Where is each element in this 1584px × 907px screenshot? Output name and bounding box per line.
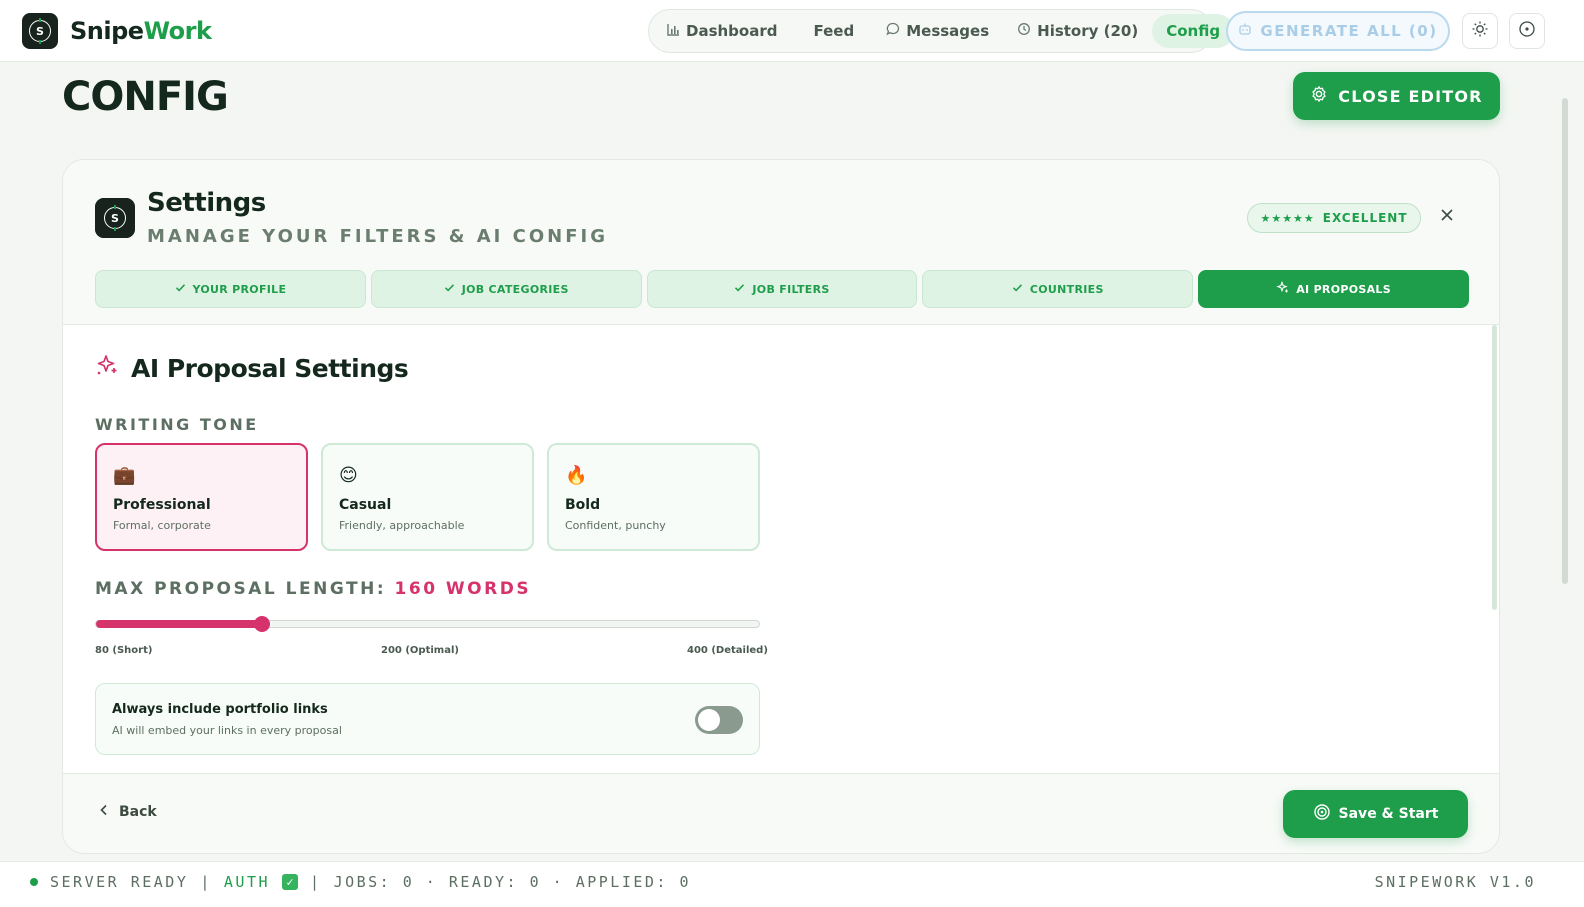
generate-all-button[interactable]: GENERATE ALL (0)	[1226, 11, 1450, 51]
slider-handle[interactable]	[253, 616, 270, 632]
page-title: CONFIG	[62, 74, 229, 120]
chat-bubble-icon	[886, 22, 900, 40]
slider-tick-mid: 200 (Optimal)	[381, 645, 459, 656]
save-and-start-button[interactable]: Save & Start	[1283, 790, 1468, 838]
power-button[interactable]	[1509, 13, 1545, 49]
check-icon	[734, 282, 745, 296]
settings-title: Settings	[147, 188, 266, 218]
settings-footer: Back Save & Start	[63, 773, 1499, 853]
tone-option-casual[interactable]: 😊 Casual Friendly, approachable	[321, 443, 534, 551]
portfolio-description: AI will embed your links in every propos…	[112, 724, 342, 737]
tab-ai-proposals[interactable]: AI PROPOSALS	[1198, 270, 1469, 308]
status-left: SERVER READY | AUTH ✓ | JOBS: 0 · READY:…	[30, 873, 691, 891]
nav-feed[interactable]: Feed	[791, 14, 872, 48]
portfolio-links-toggle[interactable]	[695, 706, 743, 734]
tab-job-categories[interactable]: JOB CATEGORIES	[370, 270, 642, 308]
tone-option-professional[interactable]: 💼 Professional Formal, corporate	[95, 443, 308, 551]
chart-icon	[667, 23, 680, 40]
writing-tone-label: WRITING TONE	[95, 415, 259, 434]
brand-name: SnipeWork	[70, 17, 212, 45]
close-icon[interactable]	[1439, 204, 1455, 229]
tab-countries[interactable]: COUNTRIES	[922, 270, 1194, 308]
ai-proposals-panel: AI Proposal Settings WRITING TONE 💼 Prof…	[63, 325, 1499, 773]
status-dot-icon	[30, 878, 38, 886]
robot-icon	[1238, 22, 1252, 40]
sparkle-icon	[1276, 280, 1289, 297]
target-icon	[1313, 803, 1331, 825]
slider-tick-max: 400 (Detailed)	[687, 645, 768, 656]
sparkle-icon	[95, 353, 119, 383]
theme-toggle-button[interactable]	[1462, 13, 1498, 49]
max-length-value: 160 WORDS	[394, 579, 532, 599]
tone-option-bold[interactable]: 🔥 Bold Confident, punchy	[547, 443, 760, 551]
main-nav: Dashboard Feed Messages History (20) Con…	[648, 9, 1235, 53]
back-button[interactable]: Back	[99, 804, 157, 820]
sun-icon	[1471, 20, 1489, 42]
toggle-knob	[698, 709, 720, 731]
settings-header: S Settings MANAGE YOUR FILTERS & AI CONF…	[63, 160, 1499, 325]
nav-config[interactable]: Config	[1152, 14, 1235, 48]
nav-history[interactable]: History (20)	[1003, 14, 1152, 48]
section-title: AI Proposal Settings	[95, 353, 409, 383]
brand[interactable]: S SnipeWork	[22, 13, 212, 49]
auth-status: AUTH	[223, 873, 271, 891]
nav-messages[interactable]: Messages	[872, 14, 1003, 48]
settings-card: S Settings MANAGE YOUR FILTERS & AI CONF…	[62, 159, 1500, 854]
max-length-label: MAX PROPOSAL LENGTH: 160 WORDS	[95, 579, 532, 599]
app-version: SNIPEWORK V1.0	[1374, 873, 1536, 891]
max-length-slider[interactable]	[95, 616, 760, 632]
server-status: SERVER READY	[50, 873, 189, 891]
briefcase-icon: 💼	[113, 465, 136, 486]
tab-job-filters[interactable]: JOB FILTERS	[646, 270, 918, 308]
target-icon	[1518, 20, 1536, 42]
settings-tabs: YOUR PROFILE JOB CATEGORIES JOB FILTERS …	[95, 270, 1469, 309]
check-icon	[444, 282, 455, 296]
gear-icon	[1310, 85, 1328, 107]
nav-dashboard[interactable]: Dashboard	[653, 14, 791, 48]
settings-subtitle: MANAGE YOUR FILTERS & AI CONFIG	[147, 226, 608, 247]
fire-icon: 🔥	[565, 465, 588, 486]
check-icon	[1012, 282, 1023, 296]
chevron-left-icon	[99, 804, 109, 820]
rating-badge: ★★★★★ EXCELLENT	[1247, 203, 1421, 233]
check-icon	[175, 282, 186, 296]
portfolio-title: Always include portfolio links	[112, 702, 328, 717]
tab-your-profile[interactable]: YOUR PROFILE	[95, 270, 366, 308]
status-bar: SERVER READY | AUTH ✓ | JOBS: 0 · READY:…	[0, 861, 1584, 907]
panel-scrollbar[interactable]	[1492, 325, 1497, 610]
top-navbar: S SnipeWork Dashboard Feed Messages Hist…	[0, 0, 1584, 62]
logo-icon: S	[22, 13, 58, 49]
stars-icon: ★★★★★	[1260, 211, 1315, 225]
close-editor-button[interactable]: CLOSE EDITOR	[1293, 72, 1500, 120]
slider-tick-min: 80 (Short)	[95, 645, 153, 656]
page-scrollbar[interactable]	[1562, 98, 1568, 584]
portfolio-links-setting: Always include portfolio links AI will e…	[95, 683, 760, 755]
slider-fill	[96, 620, 262, 628]
job-counts: JOBS: 0 · READY: 0 · APPLIED: 0	[333, 873, 692, 891]
check-icon: ✓	[282, 874, 299, 890]
settings-logo-icon: S	[95, 198, 135, 238]
history-icon	[1017, 22, 1031, 40]
smile-icon: 😊	[339, 465, 358, 486]
